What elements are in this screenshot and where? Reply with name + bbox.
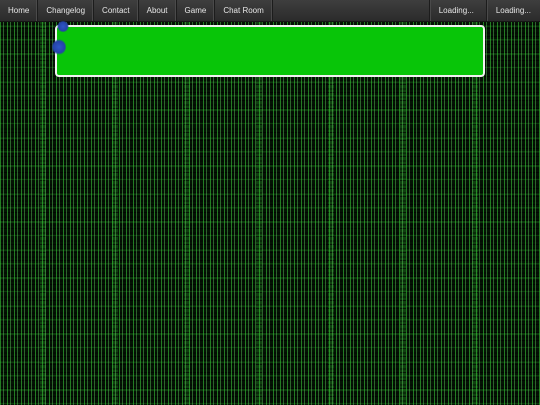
nav-home[interactable]: Home: [0, 0, 39, 21]
green-banner-panel: [55, 25, 485, 77]
nav-chat-room[interactable]: Chat Room: [215, 0, 273, 21]
nav-loading-1[interactable]: Loading...: [428, 0, 486, 21]
nav-contact[interactable]: Contact: [94, 0, 139, 21]
nav-game[interactable]: Game: [177, 0, 216, 21]
nav-loading-2[interactable]: Loading...: [485, 0, 540, 21]
nav-changelog[interactable]: Changelog: [38, 0, 95, 21]
blue-glow-marker: [57, 21, 69, 32]
top-navbar: Home Changelog Contact About Game Chat R…: [0, 0, 540, 22]
nav-about[interactable]: About: [139, 0, 177, 21]
blue-glow-marker: [52, 39, 66, 55]
